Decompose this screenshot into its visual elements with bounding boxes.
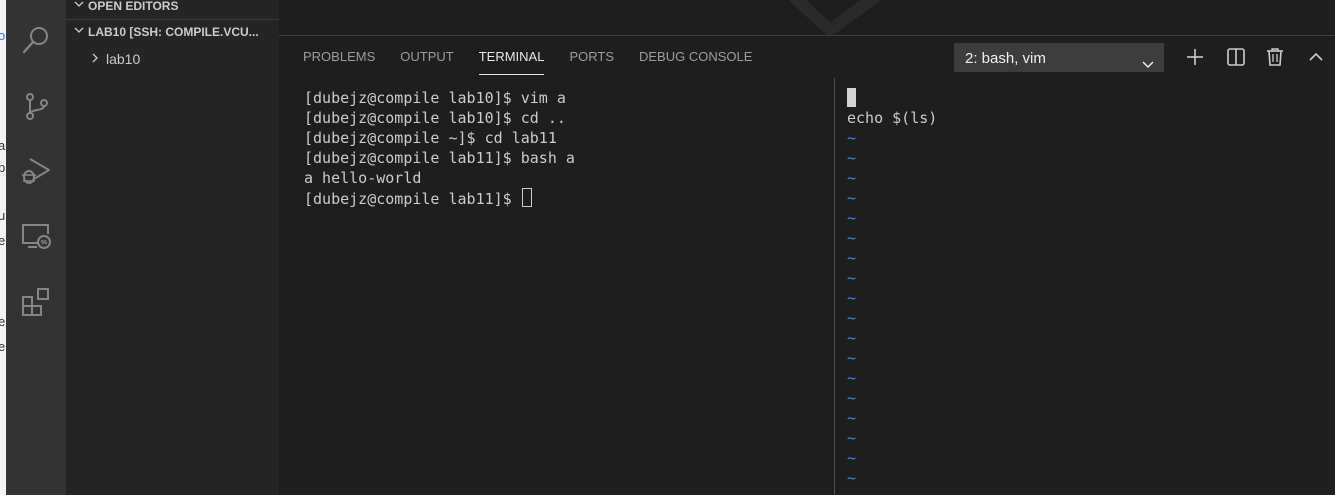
- chevron-down-icon: [1141, 52, 1155, 68]
- chevron-right-icon: [88, 48, 102, 70]
- search-icon[interactable]: [20, 24, 52, 56]
- bottom-panel: PROBLEMS OUTPUT TERMINAL PORTS DEBUG CON…: [279, 35, 1335, 495]
- terminal-line: [dubejz@compile lab10]$ vim a: [304, 89, 566, 107]
- vim-empty-lines: ~ ~ ~ ~ ~ ~ ~ ~ ~ ~ ~ ~ ~ ~ ~ ~ ~ ~: [847, 128, 1327, 488]
- vim-tilde-line: ~: [847, 289, 857, 307]
- chevron-down-icon: [72, 0, 86, 17]
- explorer-sidebar: OPEN EDITORS LAB10 [SSH: COMPILE.VCU... …: [66, 0, 279, 495]
- vim-tilde-line: ~: [847, 189, 857, 207]
- remote-explorer-icon[interactable]: [20, 220, 52, 252]
- source-control-icon[interactable]: [20, 90, 52, 122]
- vim-cursor-line: [847, 88, 1327, 108]
- vim-cursor: [847, 88, 856, 107]
- terminal-cursor: [521, 188, 532, 207]
- terminal-prompt-line: [dubejz@compile lab11]$: [304, 188, 824, 208]
- workspace-header[interactable]: LAB10 [SSH: COMPILE.VCU...: [72, 21, 279, 43]
- vim-content-line: echo $(ls): [847, 109, 938, 127]
- terminal-pane-vim[interactable]: echo $(ls) ~ ~ ~ ~ ~ ~ ~ ~ ~ ~ ~ ~ ~ ~ ~ ~ ~ ~: [847, 88, 1327, 495]
- folder-item-lab10[interactable]: lab10: [88, 48, 140, 70]
- kill-terminal-icon[interactable]: [1264, 46, 1286, 68]
- vim-tilde-line: ~: [847, 449, 857, 467]
- vim-tilde-line: ~: [847, 249, 857, 267]
- vim-tilde-line: ~: [847, 309, 857, 327]
- background-text: o: [0, 28, 6, 43]
- tab-debug-console[interactable]: DEBUG CONSOLE: [639, 36, 752, 78]
- vim-tilde-line: ~: [847, 349, 857, 367]
- new-terminal-icon[interactable]: [1184, 46, 1206, 68]
- background-text: e: [0, 233, 6, 248]
- chevron-down-icon: [72, 21, 86, 43]
- workspace-label: LAB10 [SSH: COMPILE.VCU...: [88, 25, 259, 39]
- background-text: a: [0, 138, 6, 153]
- terminal-selector[interactable]: 2: bash, vim: [954, 43, 1164, 72]
- vim-tilde-line: ~: [847, 369, 857, 387]
- terminal-selector-value: 2: bash, vim: [965, 50, 1046, 67]
- open-editors-label: OPEN EDITORS: [88, 0, 179, 13]
- tab-ports[interactable]: PORTS: [569, 36, 614, 78]
- open-editors-header[interactable]: OPEN EDITORS: [72, 0, 279, 17]
- terminal-line: a hello-world: [304, 169, 422, 187]
- terminal-line: [dubejz@compile lab10]$ cd ..: [304, 109, 566, 127]
- maximize-panel-icon[interactable]: [1305, 46, 1327, 68]
- vscode-watermark-icon: [790, 0, 890, 35]
- vim-tilde-line: ~: [847, 329, 857, 347]
- folder-label: lab10: [106, 51, 141, 67]
- run-debug-icon[interactable]: [20, 154, 52, 186]
- vim-tilde-line: ~: [847, 229, 857, 247]
- vim-tilde-line: ~: [847, 429, 857, 447]
- vim-tilde-line: ~: [847, 389, 857, 407]
- terminal-line: [dubejz@compile lab11]$ bash a: [304, 149, 575, 167]
- vim-tilde-line: ~: [847, 129, 857, 147]
- vim-tilde-line: ~: [847, 149, 857, 167]
- background-text: e: [0, 314, 6, 329]
- panel-tabs: PROBLEMS OUTPUT TERMINAL PORTS DEBUG CON…: [303, 36, 777, 78]
- tab-terminal[interactable]: TERMINAL: [478, 36, 544, 78]
- background-text: u: [0, 208, 6, 223]
- activity-bar: [6, 0, 66, 495]
- tab-output[interactable]: OUTPUT: [400, 36, 453, 78]
- vim-tilde-line: ~: [847, 469, 857, 487]
- vscode-window: o a b u e e e OPEN EDITORS LAB10 [SSH: C…: [0, 0, 1335, 495]
- extensions-icon[interactable]: [20, 286, 52, 318]
- split-terminal-icon[interactable]: [1225, 46, 1247, 68]
- terminal-pane-bash[interactable]: [dubejz@compile lab10]$ vim a [dubejz@co…: [304, 88, 824, 488]
- section-divider: [66, 19, 279, 20]
- vim-tilde-line: ~: [847, 269, 857, 287]
- background-text: e: [0, 339, 6, 354]
- tab-problems[interactable]: PROBLEMS: [303, 36, 375, 78]
- terminal-line: [dubejz@compile ~]$ cd lab11: [304, 129, 557, 147]
- vim-tilde-line: ~: [847, 409, 857, 427]
- background-text: b: [0, 160, 6, 175]
- vim-tilde-line: ~: [847, 169, 857, 187]
- pane-divider[interactable]: [834, 78, 835, 495]
- terminal-prompt: [dubejz@compile lab11]$: [304, 190, 521, 208]
- vim-tilde-line: ~: [847, 209, 857, 227]
